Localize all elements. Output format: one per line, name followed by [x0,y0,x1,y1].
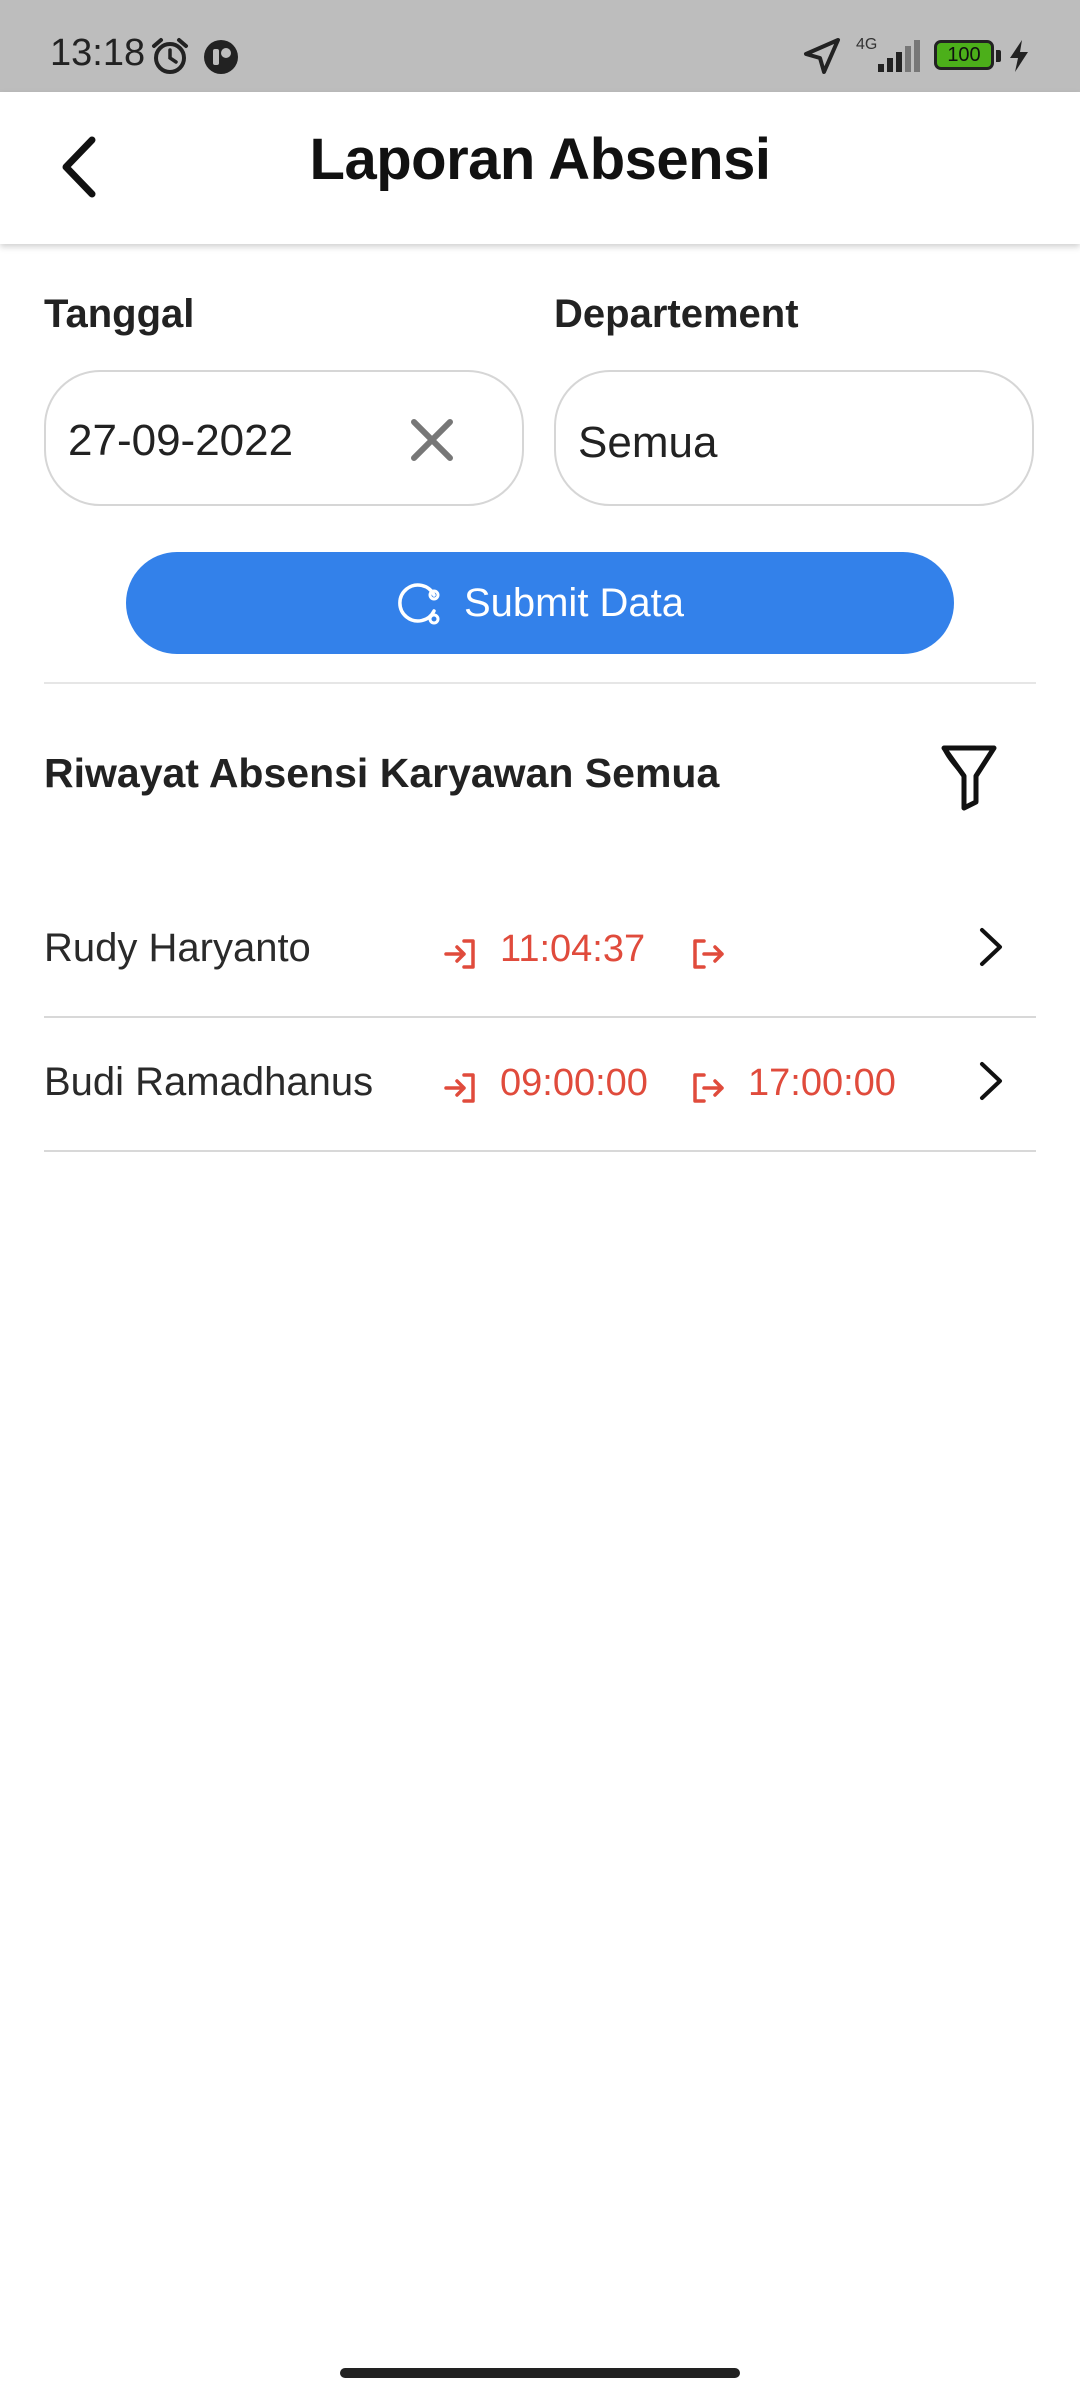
row-divider [44,1150,1036,1152]
page-title: Laporan Absensi [309,127,771,192]
app-bar: Laporan Absensi [0,92,1080,244]
check-in-time: 11:04:37 [500,928,646,970]
date-label: Tanggal [44,292,195,336]
battery-level: 100 [947,44,981,66]
check-in-time: 09:00:00 [500,1062,648,1104]
status-bar: 13:18 4G 100 [0,0,1080,92]
close-icon [411,419,453,461]
attendance-row[interactable]: Budi Ramadhanus 09:00:00 17:00:00 [44,1018,1036,1152]
submit-label: Submit Data [463,580,685,625]
status-time: 13:18 [50,32,146,74]
department-value: Semua [578,418,718,467]
filter-button[interactable] [936,742,1002,812]
history-title: Riwayat Absensi Karyawan Semua [44,750,720,796]
department-field[interactable]: Semua [554,370,1034,506]
app-notification-icon [204,40,238,74]
attendance-row[interactable]: Rudy Haryanto 11:04:37 [44,884,1036,1018]
check-out-time: 17:00:00 [748,1062,896,1104]
date-field[interactable]: 27-09-2022 [44,370,524,506]
battery-icon: 100 [934,40,994,70]
charging-icon [1010,40,1028,72]
check-in-icon [444,939,475,969]
network-type-label: 4G [856,36,878,53]
check-out-icon [693,1073,724,1103]
department-label: Departement [554,292,799,336]
employee-name: Budi Ramadhanus [44,1060,374,1104]
section-divider [44,682,1036,684]
alarm-icon [152,38,188,74]
clear-date-button[interactable] [404,412,460,468]
battery-cap [996,50,1001,62]
chevron-right-icon[interactable] [974,1056,1008,1106]
submit-button[interactable]: Submit Data [126,552,954,654]
refresh-icon [398,583,440,625]
location-arrow-icon [804,38,840,74]
check-in-icon [444,1073,475,1103]
chevron-right-icon[interactable] [974,922,1008,972]
date-value: 27-09-2022 [68,416,294,465]
check-out-icon [693,939,724,969]
signal-icon [878,40,920,72]
employee-name: Rudy Haryanto [44,926,311,970]
home-indicator[interactable] [340,2368,740,2378]
